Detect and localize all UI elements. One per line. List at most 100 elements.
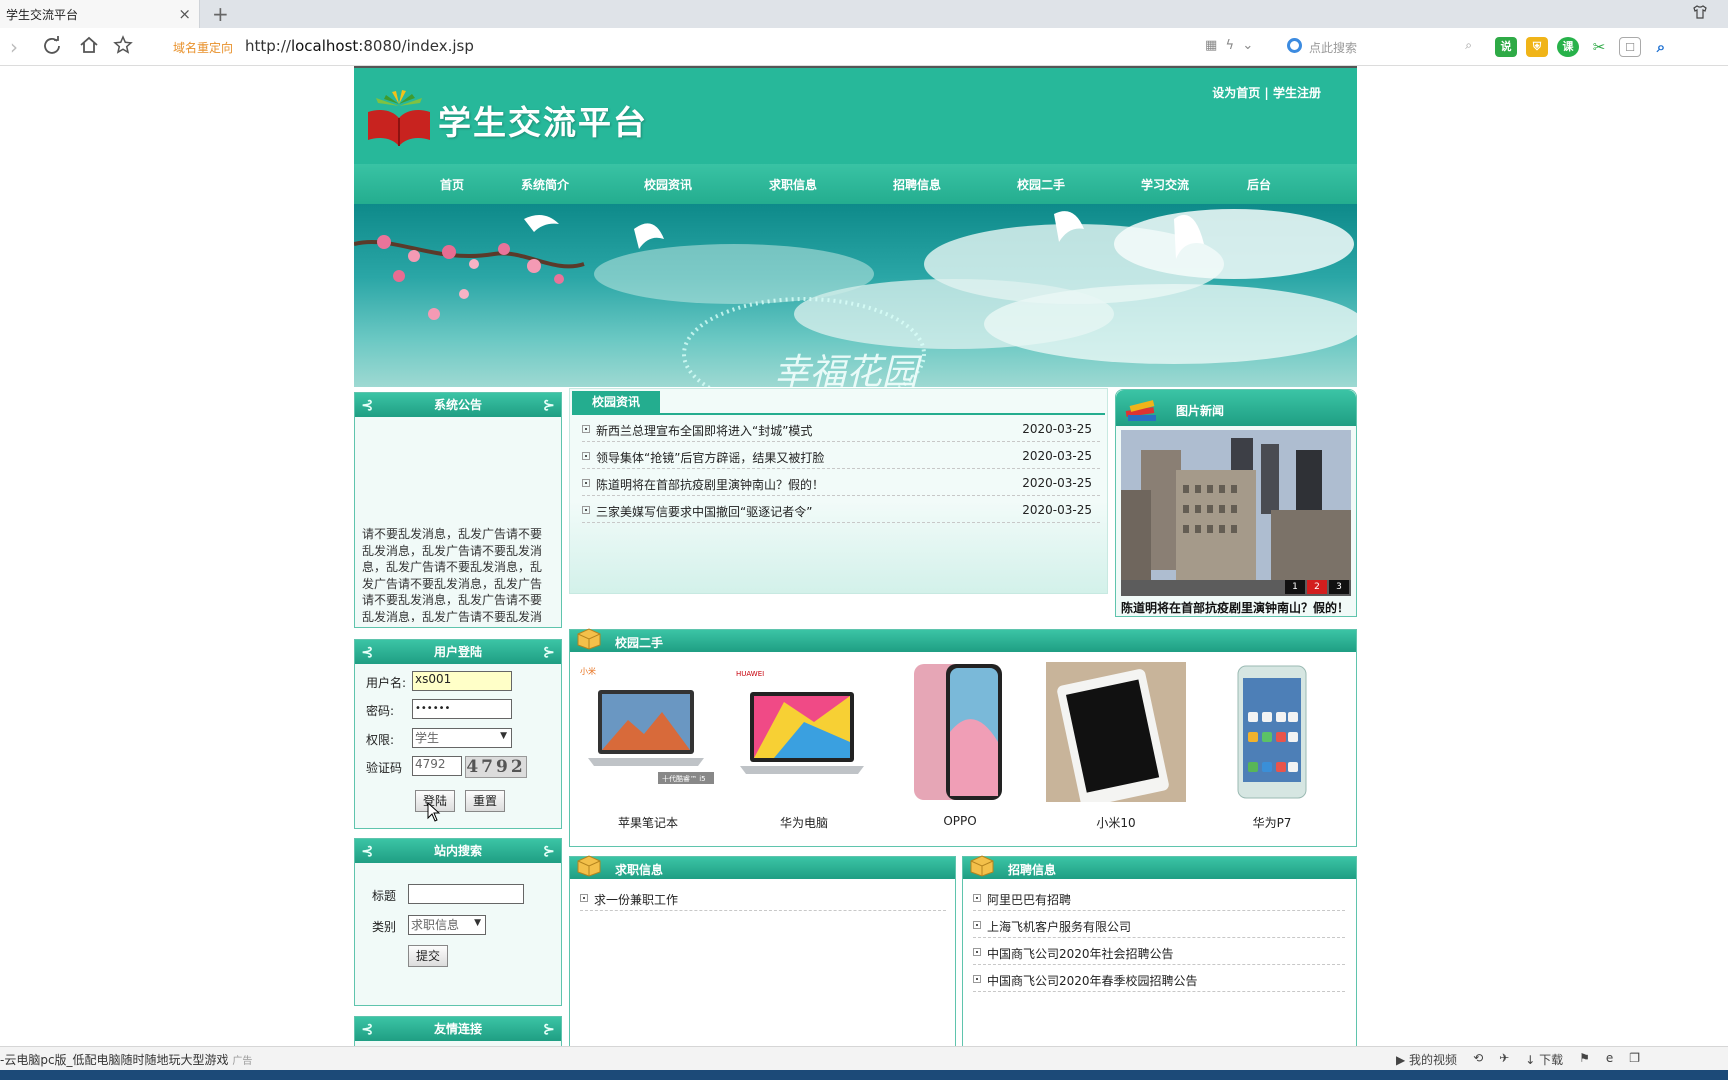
username-field[interactable]: xs001 — [412, 671, 512, 691]
nav-second-hand[interactable]: 校园二手 — [1017, 176, 1065, 193]
set-homepage-link[interactable]: 设为首页 — [1212, 86, 1260, 100]
notice-box: ⊰ 系统公告 ⊱ 请不要乱发消息，乱发广告请不要乱发消息，乱发广告请不要乱发消息… — [354, 392, 562, 628]
product-item[interactable]: 华为P7 — [1202, 662, 1342, 838]
search-icon[interactable]: ⌕ — [1465, 38, 1472, 53]
search-category-select[interactable]: 求职信息 ▼ — [408, 915, 486, 935]
list-item[interactable]: 中国商飞公司2020年春季校园招聘公告 — [973, 966, 1345, 992]
download-button[interactable]: ↓ 下载 — [1525, 1051, 1563, 1068]
browser-tabbar: 学生交流平台 × + — [0, 0, 1728, 28]
qr-lightning-icons[interactable]: ▦ ϟ ⌄ — [1205, 38, 1253, 53]
student-register-link[interactable]: 学生注册 — [1273, 86, 1321, 100]
nav-intro[interactable]: 系统简介 — [521, 176, 569, 193]
password-field[interactable]: •••••• — [412, 699, 512, 719]
books-icon — [1125, 400, 1156, 421]
role-select[interactable]: 学生 ▼ — [412, 728, 512, 748]
nav-admin[interactable]: 后台 — [1247, 176, 1271, 193]
product-item[interactable]: HUAWEI 华为电脑 — [734, 662, 874, 838]
list-item[interactable]: 上海飞机客户服务有限公司 — [973, 912, 1345, 938]
news-row[interactable]: 陈道明将在首部抗疫剧里演钟南山？假的！ 2020-03-25 — [582, 470, 1100, 496]
captcha-field[interactable]: 4792 — [412, 756, 462, 776]
city-photo — [1121, 430, 1351, 596]
site-header: 学生交流平台 设为首页 | 学生注册 — [354, 68, 1357, 164]
list-item[interactable]: 中国商飞公司2020年社会招聘公告 — [973, 939, 1345, 965]
notice-text: 请不要乱发消息，乱发广告请不要乱发消息，乱发广告请不要乱发消息，乱发广告请不要乱… — [362, 527, 543, 622]
ke-extension-icon[interactable]: 课 — [1557, 37, 1579, 57]
search-title-input[interactable] — [408, 884, 524, 904]
bookmark-star-icon[interactable] — [113, 35, 133, 60]
status-bar: -云电脑pc版_低配电脑随时随地玩大型游戏 广告 ▶ 我的视频 ⟲ ✈ ↓ 下载… — [0, 1046, 1728, 1070]
news-row[interactable]: 三家美媒写信要求中国撤回“驱逐记者令” 2020-03-25 — [582, 497, 1100, 523]
nav-campus-news[interactable]: 校园资讯 — [644, 176, 692, 193]
my-video-button[interactable]: ▶ 我的视频 — [1396, 1051, 1457, 1068]
bullet-icon — [973, 948, 981, 956]
second-hand-box: 校园二手 小米 十代酷睿™ i5 苹果笔记本 HUAWEI 华为电脑 OPPO … — [569, 628, 1357, 847]
back-icon[interactable]: › — [10, 35, 18, 59]
photo-page-3[interactable]: 3 — [1329, 580, 1349, 594]
restore-icon[interactable]: ❐ — [1629, 1051, 1640, 1068]
phone-image — [1046, 662, 1186, 802]
recruit-box: 招聘信息 阿里巴巴有招聘 上海飞机客户服务有限公司 中国商飞公司2020年社会招… — [962, 855, 1357, 1048]
news-row[interactable]: 新西兰总理宣布全国即将进入“封城”模式 2020-03-25 — [582, 416, 1100, 442]
product-item[interactable]: OPPO — [890, 662, 1030, 838]
pin-icon[interactable]: ✈ — [1499, 1051, 1509, 1068]
ornament-right-icon: ⊱ — [542, 396, 555, 414]
nav-home[interactable]: 首页 — [440, 176, 464, 193]
search-submit-button[interactable]: 提交 — [408, 945, 448, 967]
top-links: 设为首页 | 学生注册 — [1212, 84, 1321, 101]
phone-image — [914, 664, 1002, 800]
ornament-left-icon: ⊰ — [361, 396, 374, 414]
browser-search-box[interactable]: 点此搜索 ⌕ — [1287, 36, 1472, 58]
nav-study[interactable]: 学习交流 — [1141, 176, 1189, 193]
site-search-header: ⊰ 站内搜索 ⊱ — [355, 839, 561, 863]
url-field[interactable]: http://localhost:8080/index.jsp — [245, 37, 474, 55]
close-tab-icon[interactable]: × — [178, 5, 191, 23]
shirt-icon[interactable] — [1692, 4, 1708, 24]
top-links-separator: | — [1264, 86, 1269, 100]
redirect-label[interactable]: 域名重定向 — [173, 39, 233, 56]
links-header: ⊰ 友情连接 ⊱ — [355, 1017, 561, 1041]
captcha-image[interactable]: 4792 — [465, 756, 527, 778]
bullet-icon — [973, 975, 981, 983]
scissors-extension-icon[interactable]: ✂ — [1588, 37, 1610, 57]
nav-recruit[interactable]: 招聘信息 — [893, 176, 941, 193]
campus-news-tab[interactable]: 校园资讯 — [572, 391, 660, 413]
shield-extension-icon[interactable]: ⛨ — [1526, 37, 1548, 57]
browser-tab[interactable]: 学生交流平台 × — [0, 0, 200, 28]
status-ad-link[interactable]: -云电脑pc版_低配电脑随时随地玩大型游戏 广告 — [0, 1051, 252, 1068]
extension-icons: 说 ⛨ 课 ✂ ☐ ⌕ — [1495, 37, 1672, 57]
home-icon[interactable] — [79, 35, 99, 60]
bullet-icon — [582, 506, 590, 514]
photo-news-image[interactable]: 1 2 3 — [1121, 430, 1351, 596]
bullet-icon — [582, 452, 590, 460]
laptop-image: 小米 十代酷睿™ i5 — [580, 666, 714, 784]
news-row[interactable]: 领导集体“抢镜”后官方辟谣，结果又被打脸 2020-03-25 — [582, 443, 1100, 469]
window-extension-icon[interactable]: ☐ — [1619, 37, 1641, 57]
search-tool-extension-icon[interactable]: ⌕ — [1650, 37, 1672, 57]
product-item[interactable]: 小米 十代酷睿™ i5 苹果笔记本 — [578, 662, 718, 838]
bullet-icon — [973, 894, 981, 902]
photo-news-caption[interactable]: 陈道明将在首部抗疫剧里演钟南山？假的！ — [1121, 599, 1349, 616]
site-search-box: ⊰ 站内搜索 ⊱ 标题 类别 求职信息 ▼ 提交 — [354, 838, 562, 1006]
sbq-extension-icon[interactable]: 说 — [1495, 37, 1517, 57]
captcha-label: 验证码 — [366, 761, 403, 775]
package-icon — [970, 855, 994, 877]
jobs-box: 求职信息 求一份兼职工作 — [569, 855, 956, 1048]
flag-icon[interactable]: ⚑ — [1579, 1051, 1590, 1068]
new-tab-icon[interactable]: + — [212, 2, 229, 26]
ornament-left-icon: ⊰ — [361, 643, 374, 661]
photo-page-2[interactable]: 2 — [1307, 580, 1327, 594]
svg-text:十代酷睿™ i5: 十代酷睿™ i5 — [662, 774, 706, 783]
chevron-down-icon: ▼ — [474, 918, 481, 928]
photo-page-1[interactable]: 1 — [1285, 580, 1305, 594]
list-item[interactable]: 求一份兼职工作 — [580, 885, 946, 911]
photo-pager: 1 2 3 — [1285, 580, 1349, 594]
list-item[interactable]: 阿里巴巴有招聘 — [973, 885, 1345, 911]
history-icon[interactable]: ⟲ — [1473, 1051, 1483, 1068]
book-logo-icon — [368, 90, 430, 146]
nav-jobs[interactable]: 求职信息 — [769, 176, 817, 193]
ie-icon[interactable]: e — [1606, 1051, 1613, 1068]
search-engine-icon — [1287, 38, 1302, 53]
product-item[interactable]: 小米10 — [1046, 662, 1186, 838]
reset-button[interactable]: 重置 — [465, 790, 505, 812]
reload-icon[interactable] — [42, 35, 62, 60]
